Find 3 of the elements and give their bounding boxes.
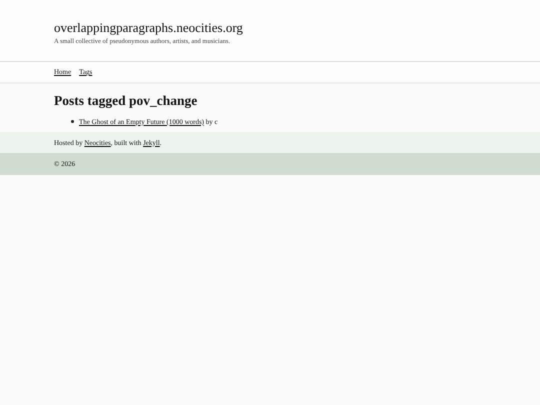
site-title[interactable]: overlappingparagraphs.neocities.org: [54, 20, 243, 35]
bullet-icon: [71, 120, 74, 123]
page-heading: Posts tagged pov_change: [54, 93, 198, 108]
